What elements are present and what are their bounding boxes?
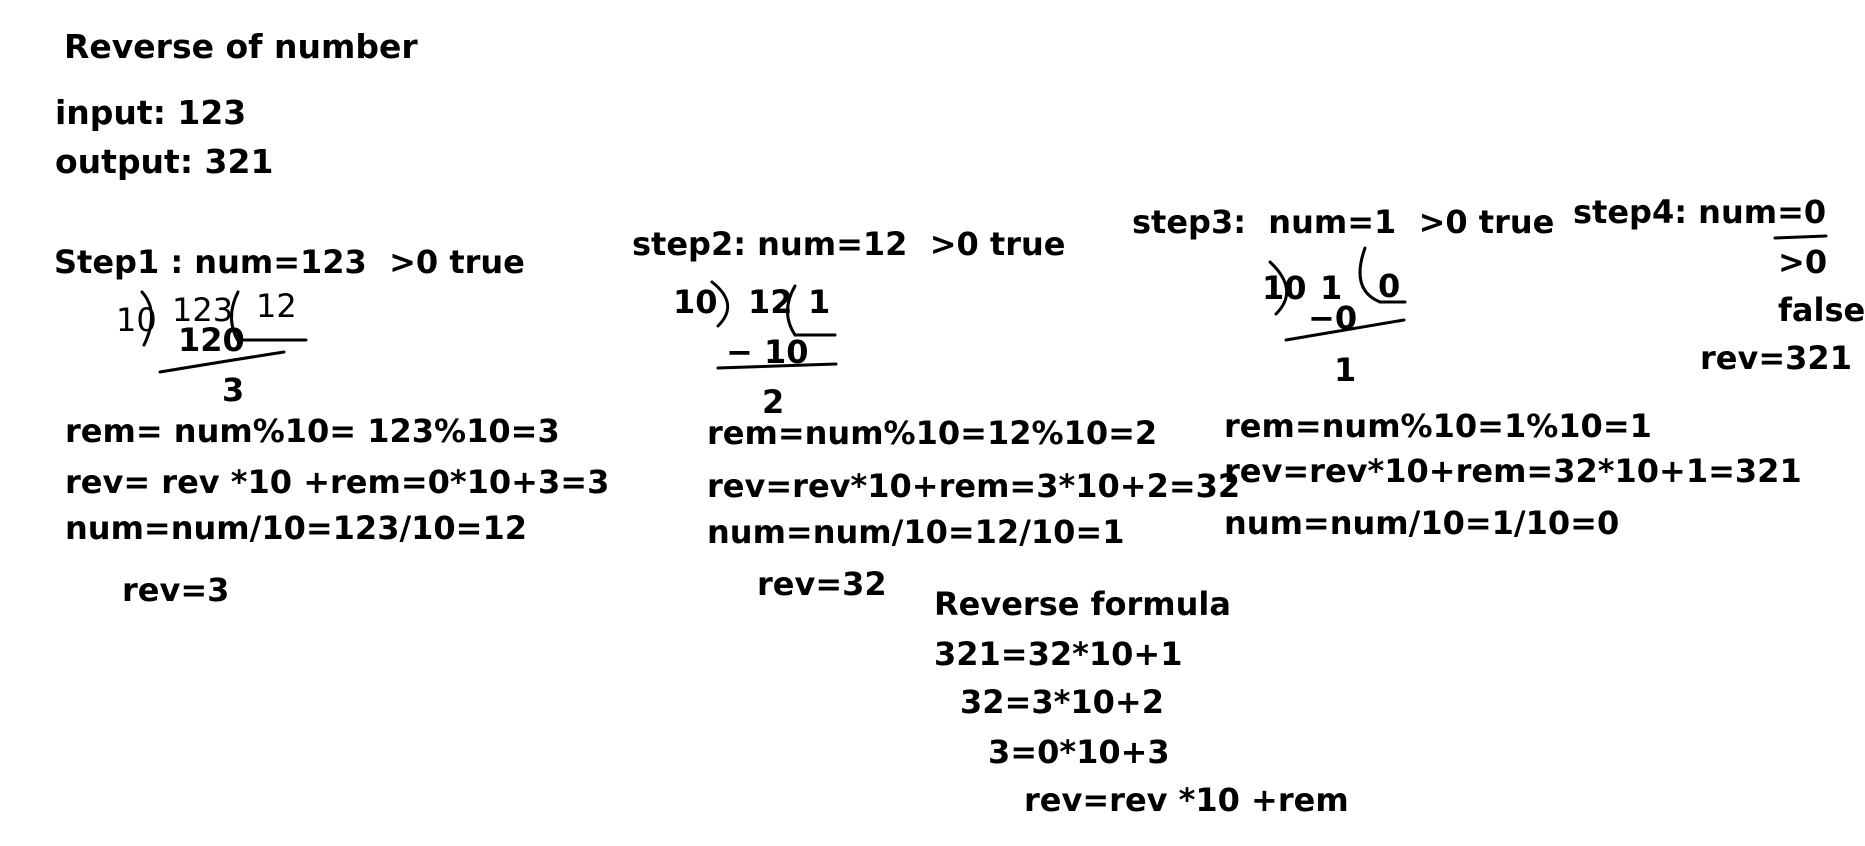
step1-rem: rem= num%10= 123%10=3 — [65, 412, 560, 450]
step1-heading: Step1 : num=123 >0 true — [54, 243, 525, 281]
step3-divisor: 10 — [1262, 269, 1307, 307]
step3-num: num=num/10=1/10=0 — [1224, 504, 1620, 542]
step1-remainder: 3 — [222, 371, 245, 409]
step2-result: rev=32 — [757, 565, 887, 603]
step4-overline — [1773, 234, 1828, 240]
step1-divisor: 10 — [116, 301, 157, 339]
step2-rev: rev=rev*10+rem=3*10+2=32 — [707, 467, 1241, 505]
step2-num: num=num/10=12/10=1 — [707, 513, 1125, 551]
input-line: input: 123 — [55, 93, 247, 132]
step2-rem: rem=num%10=12%10=2 — [707, 414, 1158, 452]
step4-result: rev=321 — [1700, 339, 1852, 377]
page-title: Reverse of number — [64, 27, 418, 66]
step2-subtract: − 10 — [726, 333, 809, 371]
step2-quotient: 1 — [808, 283, 831, 321]
step3-quotient-bracket — [1358, 246, 1382, 304]
step1-rev: rev= rev *10 +rem=0*10+3=3 — [65, 463, 610, 501]
step2-heading: step2: num=12 >0 true — [632, 225, 1066, 263]
output-line: output: 321 — [55, 142, 274, 181]
step2-divisor: 10 — [673, 283, 718, 321]
step3-quotient: 0 — [1378, 267, 1401, 305]
formula-line: 321=32*10+1 — [934, 635, 1183, 673]
formula-title: Reverse formula — [934, 585, 1231, 623]
formula-line: 32=3*10+2 — [960, 683, 1164, 721]
step1-num: num=num/10=123/10=12 — [65, 509, 528, 547]
step3-rev: rev=rev*10+rem=32*10+1=321 — [1224, 452, 1802, 490]
step3-heading: step3: num=1 >0 true — [1132, 203, 1555, 241]
step4-heading: step4: num=0 — [1573, 193, 1827, 231]
step1-subtract: 120 — [178, 321, 245, 359]
step4-check-result: false — [1778, 291, 1865, 329]
step2-dividend: 12 — [748, 283, 793, 321]
step3-rem: rem=num%10=1%10=1 — [1224, 407, 1652, 445]
step1-quotient: 12 — [256, 287, 297, 325]
step3-subtract: −0 — [1308, 299, 1358, 337]
formula-line: 3=0*10+3 — [988, 733, 1170, 771]
step3-remainder: 1 — [1334, 351, 1357, 389]
step1-result: rev=3 — [122, 571, 230, 609]
formula-line: rev=rev *10 +rem — [1024, 781, 1349, 819]
step4-check: >0 — [1778, 243, 1828, 281]
